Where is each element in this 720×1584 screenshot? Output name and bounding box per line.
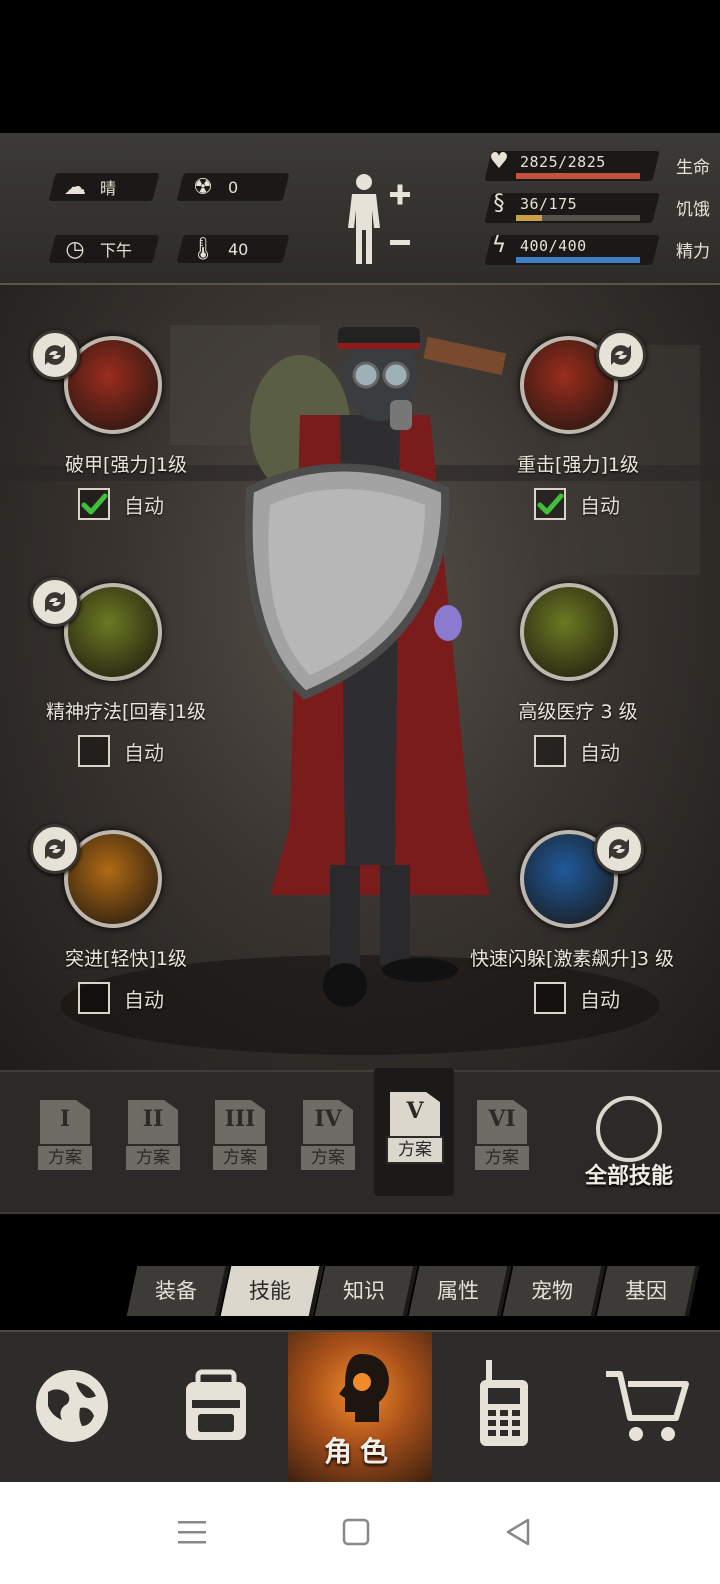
nav-shop[interactable] [576, 1332, 720, 1484]
character-head-icon [339, 1354, 389, 1422]
character-tabs: 装备 技能 知识 属性 宠物 基因 [126, 1266, 702, 1316]
skill-name: 快速闪躲[激素飙升]3 级 [470, 948, 674, 970]
character-scene: 破甲[强力]1级 自动 重击[强力]1级 自动 精神疗法[回春]1级 自动 高级… [0, 285, 720, 1070]
tab-skills[interactable]: 技能 [220, 1266, 324, 1316]
tab-attributes[interactable]: 属性 [408, 1266, 512, 1316]
energy-icon: ϟ [491, 233, 507, 258]
temperature-status: 🌡 40 [176, 235, 290, 263]
all-skills-label: 全部技能 [584, 1164, 673, 1189]
clock-icon: ◷ [65, 236, 85, 262]
hunger-label: 饥饿 [676, 200, 710, 220]
health-bar: ♥ 2825/2825 生命 [478, 149, 714, 183]
globe-icon [36, 1370, 108, 1442]
plan-4-button[interactable]: IV 方案 [299, 1100, 357, 1180]
bottom-nav: 角色 [0, 1330, 720, 1484]
energy-bar: ϟ 400/400 精力 [478, 233, 714, 267]
skill-slot-2[interactable]: 重击[强力]1级 自动 [458, 330, 698, 560]
checkmark-icon [81, 493, 108, 515]
health-fill [516, 173, 640, 179]
swap-skill-icon[interactable] [30, 330, 80, 380]
skill-slot-3[interactable]: 精神疗法[回春]1级 自动 [0, 577, 240, 807]
weather-status: ☁ 晴 [48, 173, 160, 201]
swap-skill-icon[interactable] [594, 824, 644, 874]
skill-slot-6[interactable]: 快速闪躲[激素飙升]3 级 自动 [470, 824, 712, 1054]
radiation-value: 0 [228, 177, 239, 197]
checkmark-icon [537, 493, 564, 515]
game-screen: ☁ 晴 ☢ 0 ◷ 下午 🌡 40 ♥ 2825/2825 生命 § 36/17… [0, 0, 720, 1584]
back-icon[interactable] [498, 1512, 538, 1552]
cloud-sun-icon: ☁ [64, 174, 86, 200]
nav-inventory[interactable] [144, 1332, 288, 1484]
hunger-value: 36/175 [520, 195, 578, 213]
system-navigation-bar [0, 1482, 720, 1584]
nav-character-label: 角色 [323, 1435, 396, 1468]
hunger-fill [516, 215, 542, 221]
auto-label: 自动 [124, 988, 164, 1012]
medkit-icon[interactable] [520, 583, 618, 681]
auto-label: 自动 [580, 494, 620, 518]
hunger-bar: § 36/175 饥饿 [478, 191, 714, 225]
thermometer-icon: 🌡 [189, 236, 217, 262]
plan-1-button[interactable]: I 方案 [36, 1100, 94, 1180]
nav-radio[interactable] [432, 1332, 576, 1484]
auto-checkbox[interactable] [534, 488, 566, 520]
auto-label: 自动 [124, 494, 164, 518]
skill-name: 高级医疗 3 级 [518, 701, 638, 723]
tab-equipment[interactable]: 装备 [126, 1266, 230, 1316]
auto-checkbox[interactable] [78, 982, 110, 1014]
auto-label: 自动 [124, 741, 164, 765]
time-value: 下午 [100, 241, 133, 260]
nav-character[interactable]: 角色 [288, 1332, 432, 1484]
skill-name: 破甲[强力]1级 [65, 454, 187, 476]
skill-slot-4[interactable]: 高级医疗 3 级 自动 [458, 577, 698, 807]
auto-checkbox[interactable] [534, 735, 566, 767]
auto-label: 自动 [580, 988, 620, 1012]
tab-knowledge[interactable]: 知识 [314, 1266, 418, 1316]
health-value: 2825/2825 [520, 153, 606, 171]
all-skills-button[interactable]: 全部技能 [580, 1096, 678, 1190]
cart-icon [606, 1371, 689, 1441]
menu-icon[interactable] [172, 1512, 212, 1552]
stomach-icon: § [493, 191, 505, 216]
auto-label: 自动 [580, 741, 620, 765]
plan-5-button[interactable]: V 方案 [386, 1092, 444, 1172]
skill-slot-1[interactable]: 破甲[强力]1级 自动 [0, 330, 240, 560]
plan-2-button[interactable]: II 方案 [124, 1100, 182, 1180]
auto-checkbox[interactable] [534, 982, 566, 1014]
heart-icon: ♥ [489, 149, 509, 174]
backpack-icon [186, 1369, 246, 1440]
skill-name: 重击[强力]1级 [517, 454, 639, 476]
temperature-value: 40 [228, 239, 249, 259]
nav-map[interactable] [0, 1332, 144, 1484]
swap-skill-icon[interactable] [30, 824, 80, 874]
plan-3-button[interactable]: III 方案 [211, 1100, 269, 1180]
auto-checkbox[interactable] [78, 488, 110, 520]
auto-checkbox[interactable] [78, 735, 110, 767]
energy-label: 精力 [676, 242, 710, 262]
skill-name: 突进[轻快]1级 [65, 948, 187, 970]
skill-name: 精神疗法[回春]1级 [46, 701, 206, 723]
body-status-icon[interactable] [344, 172, 414, 268]
health-label: 生命 [676, 158, 710, 178]
tab-genes[interactable]: 基因 [596, 1266, 700, 1316]
home-icon[interactable] [336, 1512, 376, 1552]
walkie-talkie-icon [480, 1360, 528, 1446]
time-status: ◷ 下午 [48, 235, 160, 263]
weather-value: 晴 [100, 179, 117, 198]
swap-skill-icon[interactable] [596, 330, 646, 380]
tab-pets[interactable]: 宠物 [502, 1266, 606, 1316]
energy-value: 400/400 [520, 237, 587, 255]
radiation-status: ☢ 0 [176, 173, 290, 201]
swap-skill-icon[interactable] [30, 577, 80, 627]
radiation-icon: ☢ [193, 174, 213, 200]
magnifier-document-icon [596, 1096, 662, 1162]
skill-slot-5[interactable]: 突进[轻快]1级 自动 [0, 824, 240, 1054]
energy-fill [516, 257, 640, 263]
plan-6-button[interactable]: VI 方案 [473, 1100, 531, 1180]
